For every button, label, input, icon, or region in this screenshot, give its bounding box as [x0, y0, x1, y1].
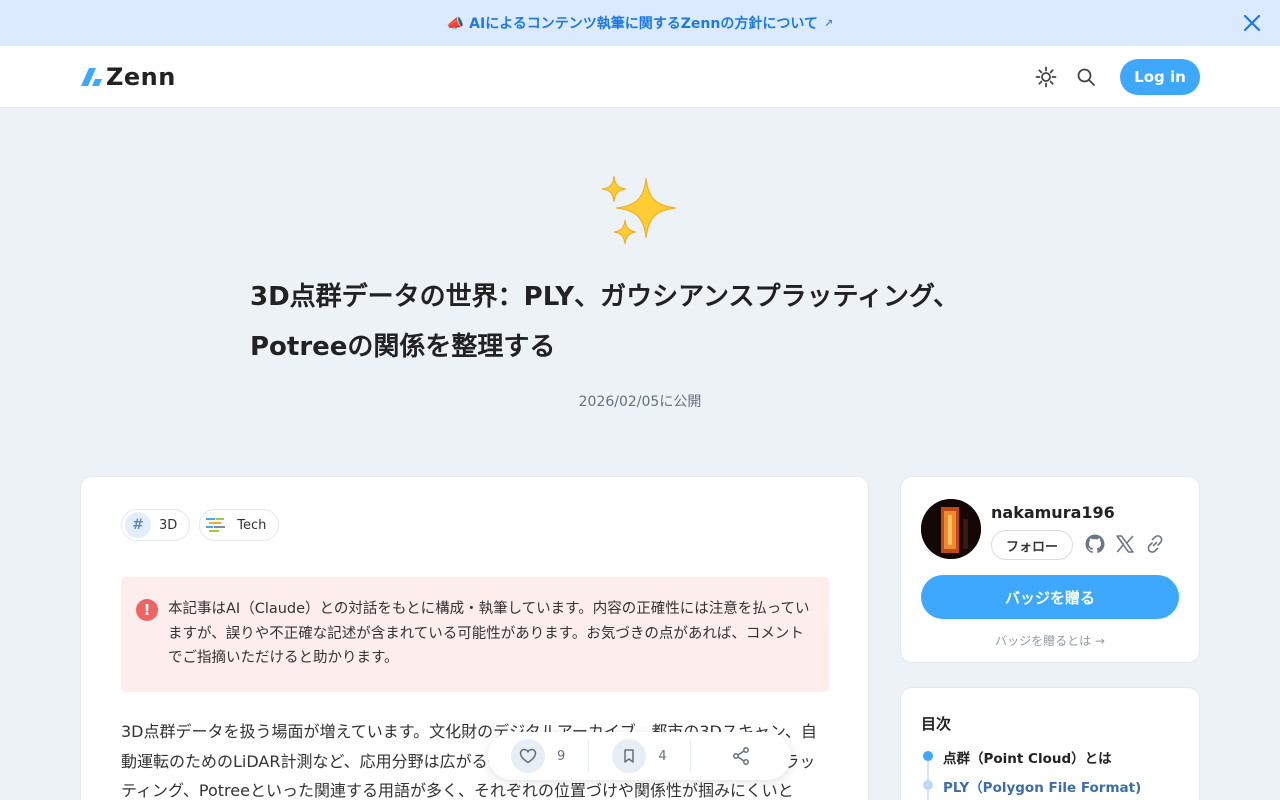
avatar[interactable] [921, 499, 981, 559]
site-header: Zenn Log in [0, 46, 1280, 108]
author-card: nakamura196 フォロー バッジを贈る バッジを贈るとは → [900, 476, 1200, 663]
sparkles-emoji-icon [601, 175, 677, 245]
login-button[interactable]: Log in [1120, 59, 1200, 95]
zenn-logo-icon [81, 68, 102, 86]
alert-text: 本記事はAI（Claude）との対話をもとに構成・執筆しています。内容の正確性に… [168, 601, 810, 666]
search-icon[interactable] [1075, 66, 1097, 88]
github-icon[interactable] [1084, 533, 1106, 555]
like-button[interactable]: 9 [488, 732, 588, 780]
bookmark-count: 4 [658, 748, 667, 764]
tag-3d[interactable]: # 3D [121, 509, 191, 541]
author-name[interactable]: nakamura196 [991, 503, 1115, 522]
policy-link[interactable]: 📣 AIによるコンテンツ執筆に関するZennの方針について ↗ [447, 13, 833, 33]
tag-label: 3D [159, 517, 178, 533]
published-date: 2026/02/05に公開 [578, 394, 702, 410]
toc-item[interactable]: 点群（Point Cloud）とは [943, 747, 1112, 767]
bookmark-button[interactable]: 4 [588, 739, 689, 773]
follow-button[interactable]: フォロー [991, 530, 1073, 560]
zenn-logo[interactable]: Zenn [80, 63, 176, 91]
article-title: 3D点群データの世界：PLY、ガウシアンスプラッティング、Potreeの関係を整… [250, 282, 960, 362]
send-badge-button[interactable]: バッジを贈る [921, 575, 1179, 619]
announcement-banner: 📣 AIによるコンテンツ執筆に関するZennの方針について ↗ [0, 0, 1280, 46]
sun-icon[interactable] [1035, 66, 1057, 88]
external-link-icon: ↗ [823, 16, 834, 30]
exclamation-icon: ! [136, 599, 158, 621]
share-button[interactable] [689, 740, 791, 772]
toc-dot [923, 780, 933, 790]
bookmark-icon [612, 739, 647, 773]
tech-icon [206, 518, 226, 532]
ai-disclaimer-alert: ! 本記事はAI（Claude）との対話をもとに構成・執筆しています。内容の正確… [121, 577, 829, 692]
logo-text: Zenn [106, 63, 176, 91]
like-count: 9 [557, 748, 566, 764]
policy-link-label: 📣 AIによるコンテンツ執筆に関するZennの方針について [446, 16, 818, 32]
x-twitter-icon[interactable] [1114, 533, 1136, 555]
badge-info-link[interactable]: バッジを贈るとは → [901, 632, 1199, 649]
hash-icon: # [125, 512, 151, 538]
toc-title: 目次 [921, 715, 952, 733]
tag-label: Tech [237, 517, 267, 533]
topic-tags: # 3D Tech [121, 509, 280, 541]
share-icon [732, 747, 749, 765]
heart-icon [511, 739, 546, 773]
toc-active-dot [923, 751, 933, 761]
link-icon[interactable] [1144, 533, 1166, 555]
toc-item[interactable]: PLY（Polygon File Format) [943, 776, 1141, 796]
floating-action-bar: 9 4 [488, 732, 791, 780]
tag-tech[interactable]: Tech [199, 509, 280, 541]
table-of-contents: 目次 点群（Point Cloud）とは PLY（Polygon File Fo… [900, 687, 1200, 800]
close-icon[interactable] [1240, 11, 1264, 35]
